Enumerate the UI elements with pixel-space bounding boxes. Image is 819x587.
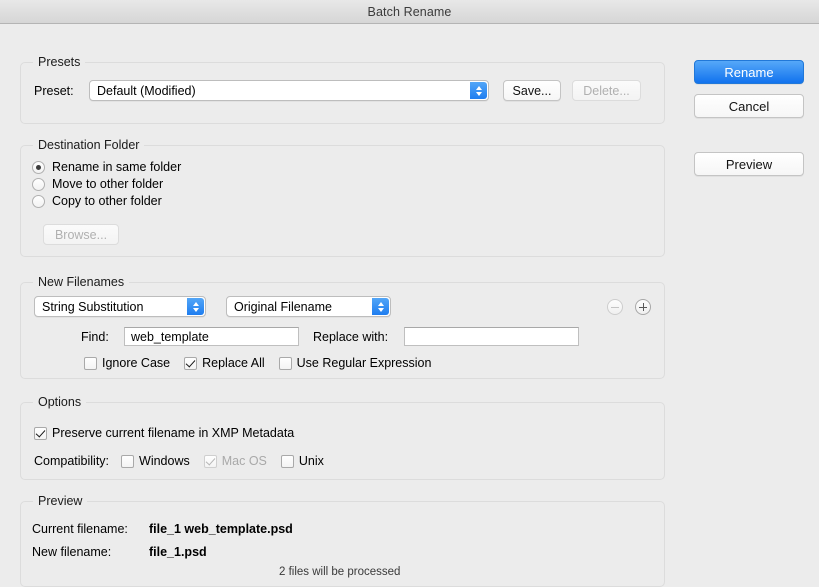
radio-icon-selected [32,160,45,174]
rename-button[interactable]: Rename [694,60,804,84]
rename-source-value: Original Filename [234,299,332,314]
checkbox-compat-windows[interactable]: Windows [121,454,190,468]
checkbox-label: Replace All [202,356,265,370]
minus-circle-icon[interactable] [607,299,623,315]
checkbox-label: Mac OS [221,454,267,468]
cancel-button[interactable]: Cancel [694,94,804,118]
radio-icon [32,194,45,208]
browse-button[interactable]: Browse... [43,224,119,245]
checkbox-label: Windows [139,454,190,468]
checkbox-icon-checked [184,356,198,370]
preset-select[interactable]: Default (Modified) [89,80,489,101]
rename-source-select[interactable]: Original Filename [226,296,391,317]
checkbox-compat-macos: Mac OS [203,454,267,468]
save-preset-button[interactable]: Save... [503,80,561,101]
preset-label: Preset: [34,84,74,98]
radio-move-to-other-folder[interactable]: Move to other folder [32,177,181,191]
preview-group: Preview Current filename: file_1 web_tem… [20,494,665,587]
options-group-title: Options [33,395,87,409]
checkbox-compat-unix[interactable]: Unix [280,454,324,468]
options-group: Options Preserve current filename in XMP… [20,395,665,480]
replace-with-label: Replace with: [313,330,389,344]
new-filenames-group-title: New Filenames [33,275,130,289]
radio-label: Copy to other folder [52,194,162,208]
presets-group: Presets Preset: Default (Modified) Save.… [20,55,665,124]
dialog-body: Presets Preset: Default (Modified) Save.… [0,24,819,587]
preview-group-title: Preview [33,494,88,508]
checkbox-icon [278,356,292,370]
radio-label: Move to other folder [52,177,164,191]
checkbox-preserve-filename-xmp[interactable]: Preserve current filename in XMP Metadat… [34,426,294,440]
preview-status-text: 2 files will be processed [279,566,401,578]
find-input[interactable]: web_template [124,327,299,346]
checkbox-icon-checked [34,426,47,440]
checkbox-icon [280,454,294,468]
new-filename-value: file_1.psd [149,545,207,559]
checkbox-icon-checked-disabled [203,454,217,468]
checkbox-label: Preserve current filename in XMP Metadat… [52,426,295,440]
updown-chevron-icon[interactable] [372,298,389,315]
updown-chevron-icon[interactable] [470,82,487,99]
new-filename-label: New filename: [32,545,112,559]
checkbox-icon [121,454,135,468]
radio-label: Rename in same folder [52,160,182,174]
preset-select-value: Default (Modified) [97,83,196,98]
checkbox-replace-all[interactable]: Replace All [184,356,265,370]
current-filename-label: Current filename: [32,522,128,536]
compatibility-label: Compatibility: [34,454,110,468]
destination-group-title: Destination Folder [33,138,145,152]
rename-method-select[interactable]: String Substitution [34,296,206,317]
replace-with-input[interactable] [404,327,579,346]
updown-chevron-icon[interactable] [187,298,204,315]
new-filenames-group: New Filenames String Substitution Origin… [20,275,665,379]
preview-button[interactable]: Preview [694,152,804,176]
checkbox-ignore-case[interactable]: Ignore Case [84,356,170,370]
window-titlebar: Batch Rename [0,0,819,24]
radio-copy-to-other-folder[interactable]: Copy to other folder [32,194,181,208]
presets-group-title: Presets [33,55,86,69]
destination-folder-group: Destination Folder Rename in same folder… [20,138,665,257]
checkbox-label: Use Regular Expression [296,356,432,370]
window-title: Batch Rename [367,4,452,19]
checkbox-use-regular-expression[interactable]: Use Regular Expression [278,356,432,370]
checkbox-label: Unix [298,454,324,468]
rename-method-value: String Substitution [42,299,144,314]
checkbox-label: Ignore Case [102,356,171,370]
checkbox-icon [84,356,97,370]
plus-circle-icon[interactable] [635,299,651,315]
radio-icon [32,177,45,191]
current-filename-value: file_1 web_template.psd [149,522,293,536]
delete-preset-button[interactable]: Delete... [572,80,641,101]
find-label: Find: [81,330,109,344]
radio-rename-in-same-folder[interactable]: Rename in same folder [32,160,181,174]
